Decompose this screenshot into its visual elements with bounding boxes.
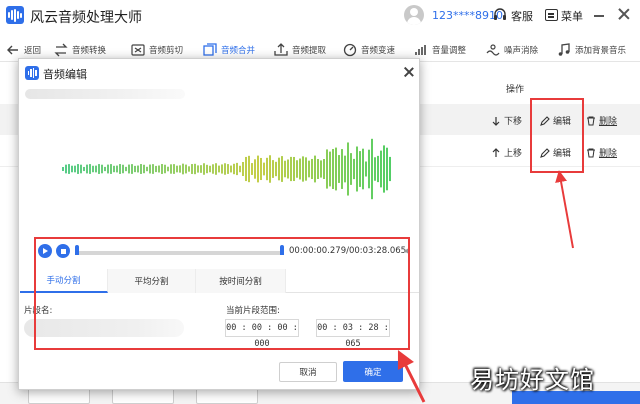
delete-button[interactable]: 删除	[586, 146, 617, 159]
delete-label: 删除	[599, 117, 618, 127]
title-bar: 风云音频处理大师 123****8910 客服 菜单	[0, 0, 640, 32]
toolbar-item-label: 音频提取	[292, 46, 327, 56]
audio-waveform[interactable]	[59, 129, 399, 209]
extract-icon	[274, 43, 288, 56]
toolbar-item-bgm[interactable]: 添加背景音乐	[557, 38, 626, 62]
app-title: 风云音频处理大师	[30, 10, 142, 26]
arrow-up-icon	[492, 147, 500, 157]
annotation-highlight-edit	[530, 98, 584, 173]
menu-label[interactable]: 菜单	[561, 8, 583, 24]
file-name-redacted	[25, 89, 185, 99]
volume-adjust-icon	[415, 45, 426, 55]
toolbar-item-volume[interactable]: 音量调整	[414, 38, 466, 62]
arrow-left-icon	[7, 45, 18, 55]
toolbar-item-noise[interactable]: 噪声消除	[486, 38, 538, 62]
headset-icon[interactable]	[493, 8, 507, 22]
move-down-button[interactable]: 下移	[491, 114, 522, 127]
watermark-text: 易坊好文馆	[470, 366, 595, 394]
close-icon[interactable]	[617, 7, 631, 21]
move-up-button[interactable]: 上移	[491, 146, 522, 159]
toolbar-item-label: 音频合并	[221, 46, 256, 56]
bottom-button[interactable]	[28, 388, 90, 404]
noise-icon	[486, 44, 500, 56]
scissors-icon	[131, 44, 145, 56]
toolbar-item-label: 音频变速	[361, 46, 396, 56]
move-label: 上移	[504, 149, 523, 159]
annotation-arrow-edit	[555, 170, 574, 249]
operation-column-header: 操作	[506, 85, 525, 95]
minimize-icon[interactable]	[594, 15, 604, 17]
menu-icon[interactable]	[545, 9, 558, 21]
dialog-close-icon[interactable]	[404, 67, 414, 77]
back-label: 返回	[24, 46, 42, 56]
app-logo-icon	[6, 6, 24, 24]
merge-icon	[203, 43, 217, 56]
speed-icon	[343, 43, 357, 57]
toolbar-item-label: 噪声消除	[504, 46, 539, 56]
dialog-title: 音频编辑	[43, 68, 87, 81]
user-avatar[interactable]	[404, 5, 424, 25]
toolbar-item-label: 音频剪切	[149, 46, 184, 56]
bottom-button[interactable]	[196, 388, 258, 404]
trash-icon	[587, 116, 595, 125]
dialog-logo-icon	[25, 66, 39, 80]
music-icon	[558, 43, 570, 56]
customer-service-label[interactable]: 客服	[511, 8, 533, 24]
toolbar-item-label: 音量调整	[432, 46, 467, 56]
convert-icon	[54, 43, 68, 57]
arrow-down-icon	[492, 116, 500, 126]
toolbar-item-label: 音频转换	[72, 46, 107, 56]
annotation-highlight-controls	[34, 237, 410, 350]
delete-button[interactable]: 删除	[586, 114, 617, 127]
delete-label: 删除	[599, 149, 618, 159]
confirm-button[interactable]: 确定	[343, 361, 403, 382]
trash-icon	[587, 148, 595, 157]
cancel-button[interactable]: 取消	[279, 362, 337, 382]
bottom-button[interactable]	[112, 388, 174, 404]
move-label: 下移	[504, 117, 523, 127]
toolbar-item-label: 添加背景音乐	[575, 46, 627, 56]
